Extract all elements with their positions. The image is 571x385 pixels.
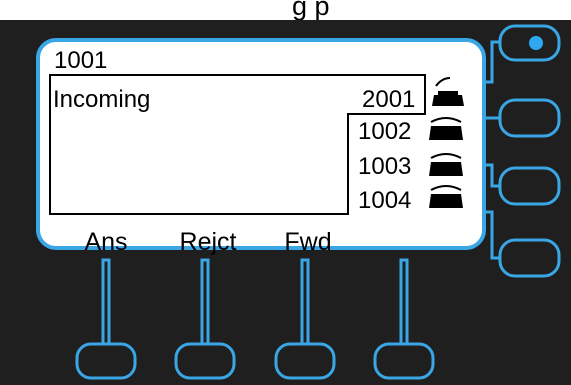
softkey-label-answer: Ans xyxy=(84,228,128,256)
line-button-3[interactable] xyxy=(500,168,559,204)
line-number-1004: 1004 xyxy=(358,187,412,214)
line-number-1002: 1002 xyxy=(358,118,412,145)
phone-display-stage: g p 1001 Incoming 2001 1002 1003 1004 An… xyxy=(0,0,571,385)
reject-softkey-button[interactable] xyxy=(176,344,234,378)
answer-softkey-button[interactable] xyxy=(77,344,135,378)
line-number-2001: 2001 xyxy=(362,86,416,113)
softkey-label-reject: Rejct xyxy=(179,228,237,256)
extension-number: 1001 xyxy=(54,47,108,74)
softkey-label-forward: Fwd xyxy=(284,228,332,256)
line-number-1003: 1003 xyxy=(358,153,412,180)
forward-softkey-button[interactable] xyxy=(276,344,334,378)
line-button-2[interactable] xyxy=(500,100,559,136)
softkey-4-button[interactable] xyxy=(375,344,433,378)
call-status: Incoming xyxy=(53,86,151,113)
line-button-4[interactable] xyxy=(500,240,559,276)
line-button-1[interactable] xyxy=(500,26,559,60)
